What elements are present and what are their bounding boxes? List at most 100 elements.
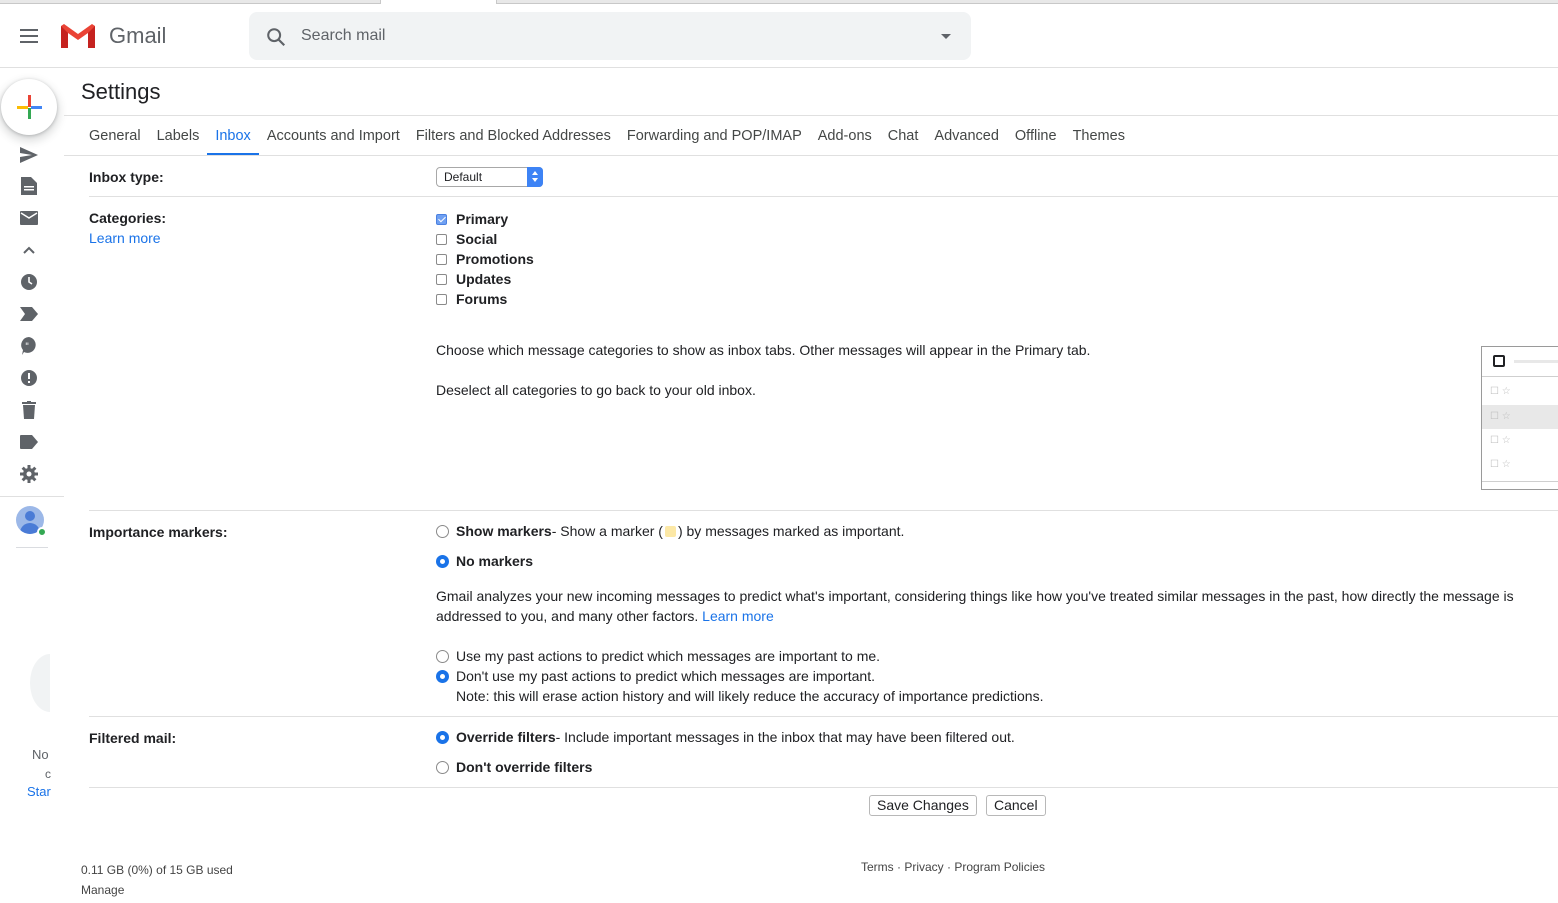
use-past-actions-option: Use my past actions to predict which mes… — [436, 646, 880, 666]
main-menu-button[interactable] — [13, 20, 45, 52]
importance-markers-label: Importance markers: — [89, 524, 228, 540]
preview-row: ☐ ☆ — [1482, 405, 1558, 429]
show-markers-radio[interactable] — [436, 524, 449, 538]
all-mail-icon[interactable] — [19, 208, 39, 228]
settings-gear-icon[interactable] — [19, 464, 39, 484]
override-filters-label: Override filters — [456, 729, 556, 745]
tab-advanced[interactable]: Advanced — [926, 116, 1007, 156]
inbox-icon — [1493, 355, 1505, 367]
snoozed-icon[interactable] — [19, 272, 39, 292]
online-status-indicator — [37, 527, 47, 537]
categories-learn-more-link[interactable]: Learn more — [89, 230, 161, 246]
show-markers-label: Show markers — [456, 523, 552, 539]
tab-general[interactable]: General — [81, 116, 149, 156]
terms-link[interactable]: Terms — [861, 860, 894, 874]
gmail-logo-text[interactable]: Gmail — [109, 23, 166, 49]
primary-label: Primary — [456, 211, 509, 227]
tab-themes[interactable]: Themes — [1065, 116, 1133, 156]
compose-button[interactable] — [1, 79, 57, 135]
settings-tabs: General Labels Inbox Accounts and Import… — [81, 116, 1133, 156]
header: Gmail — [0, 4, 1558, 68]
dont-override-filters-label: Don't override filters — [456, 759, 593, 775]
trash-icon[interactable] — [19, 400, 39, 420]
chat-panel-text: No — [32, 747, 49, 762]
importance-analysis-text: Gmail analyzes your new incoming message… — [436, 586, 1554, 626]
search-options-icon[interactable] — [941, 34, 951, 39]
tab-offline[interactable]: Offline — [1007, 116, 1065, 156]
sent-icon[interactable] — [19, 145, 39, 165]
social-checkbox[interactable] — [436, 233, 447, 245]
drafts-icon[interactable] — [19, 176, 39, 196]
no-markers-label: No markers — [456, 553, 534, 569]
manage-storage-link[interactable]: Manage — [81, 880, 233, 900]
promotions-checkbox[interactable] — [436, 253, 447, 265]
dont-override-filters-option: Don't override filters — [436, 757, 592, 777]
menu-icon — [20, 29, 38, 31]
no-markers-radio[interactable] — [436, 554, 449, 568]
tab-chat[interactable]: Chat — [880, 116, 927, 156]
cancel-button[interactable]: Cancel — [986, 795, 1046, 816]
tab-labels[interactable]: Labels — [149, 116, 208, 156]
updates-label: Updates — [456, 271, 512, 287]
page-title: Settings — [81, 79, 161, 104]
gmail-logo-icon[interactable] — [59, 22, 97, 50]
dont-use-past-actions-option: Don't use my past actions to predict whi… — [436, 666, 875, 686]
category-promotions: Promotions — [436, 249, 534, 269]
importance-learn-more-link[interactable]: Learn more — [702, 608, 774, 624]
use-past-actions-radio[interactable] — [436, 649, 449, 663]
social-label: Social — [456, 231, 498, 247]
tab-accounts-and-import[interactable]: Accounts and Import — [259, 116, 408, 156]
chat-start-link[interactable]: Star — [27, 784, 51, 799]
chats-icon[interactable]: " — [19, 336, 39, 356]
preview-row: ☐ ☆ — [1490, 386, 1511, 397]
inbox-type-value: Default — [444, 170, 483, 184]
forums-label: Forums — [456, 291, 508, 307]
override-filters-radio[interactable] — [436, 730, 449, 744]
label-icon[interactable] — [19, 432, 39, 452]
spam-icon[interactable] — [19, 368, 39, 388]
no-markers-option: No markers — [436, 551, 533, 571]
show-markers-desc-after: ) by messages marked as important. — [677, 523, 905, 539]
promotions-label: Promotions — [456, 251, 534, 267]
tab-add-ons[interactable]: Add-ons — [810, 116, 880, 156]
dont-use-past-actions-label: Don't use my past actions to predict whi… — [456, 668, 875, 684]
storage-info: 0.11 GB (0%) of 15 GB used Manage — [81, 860, 233, 900]
select-arrows-icon — [527, 167, 543, 187]
primary-checkbox[interactable] — [436, 213, 447, 225]
search-bar — [249, 12, 971, 60]
save-changes-button[interactable]: Save Changes — [869, 795, 977, 816]
filtered-mail-label: Filtered mail: — [89, 730, 177, 746]
storage-usage: 0.11 GB (0%) of 15 GB used — [81, 863, 233, 877]
chat-placeholder-image — [30, 654, 50, 712]
tab-filters-and-blocked-addresses[interactable]: Filters and Blocked Addresses — [408, 116, 619, 156]
show-markers-option: Show markers - Show a marker ( ) by mess… — [436, 521, 904, 541]
override-filters-desc: - Include important messages in the inbo… — [555, 729, 1015, 745]
left-rail: " No c Star — [0, 68, 64, 903]
svg-text:": " — [25, 342, 29, 352]
category-primary: Primary — [436, 209, 508, 229]
search-icon[interactable] — [265, 26, 287, 48]
footer-links: Terms · Privacy · Program Policies — [861, 860, 1046, 874]
important-icon[interactable] — [19, 304, 39, 324]
categories-deselect-note: Deselect all categories to go back to yo… — [436, 382, 756, 398]
categories-description: Choose which message categories to show … — [436, 342, 1091, 358]
tab-inbox[interactable]: Inbox — [207, 116, 260, 156]
dont-use-past-actions-radio[interactable] — [436, 669, 449, 683]
search-input[interactable] — [301, 24, 901, 48]
inbox-type-select[interactable]: Default — [436, 167, 543, 187]
inbox-tabs-preview: ☐ ☆ ☐ ☆ ☐ ☆ ☐ ☆ — [1481, 346, 1558, 490]
tab-forwarding-and-pop-imap[interactable]: Forwarding and POP/IMAP — [619, 116, 810, 156]
privacy-link[interactable]: Privacy — [904, 860, 943, 874]
plus-icon — [17, 95, 42, 119]
category-updates: Updates — [436, 269, 511, 289]
updates-checkbox[interactable] — [436, 273, 447, 285]
show-markers-desc-before: - Show a marker ( — [551, 523, 663, 539]
category-forums: Forums — [436, 289, 507, 309]
chat-panel-text-2: c — [45, 767, 51, 781]
program-policies-link[interactable]: Program Policies — [954, 860, 1045, 874]
inbox-type-label: Inbox type: — [89, 169, 164, 185]
override-filters-option: Override filters - Include important mes… — [436, 727, 1015, 747]
chevron-up-icon[interactable] — [19, 240, 39, 260]
forums-checkbox[interactable] — [436, 293, 447, 305]
dont-override-filters-radio[interactable] — [436, 760, 449, 774]
